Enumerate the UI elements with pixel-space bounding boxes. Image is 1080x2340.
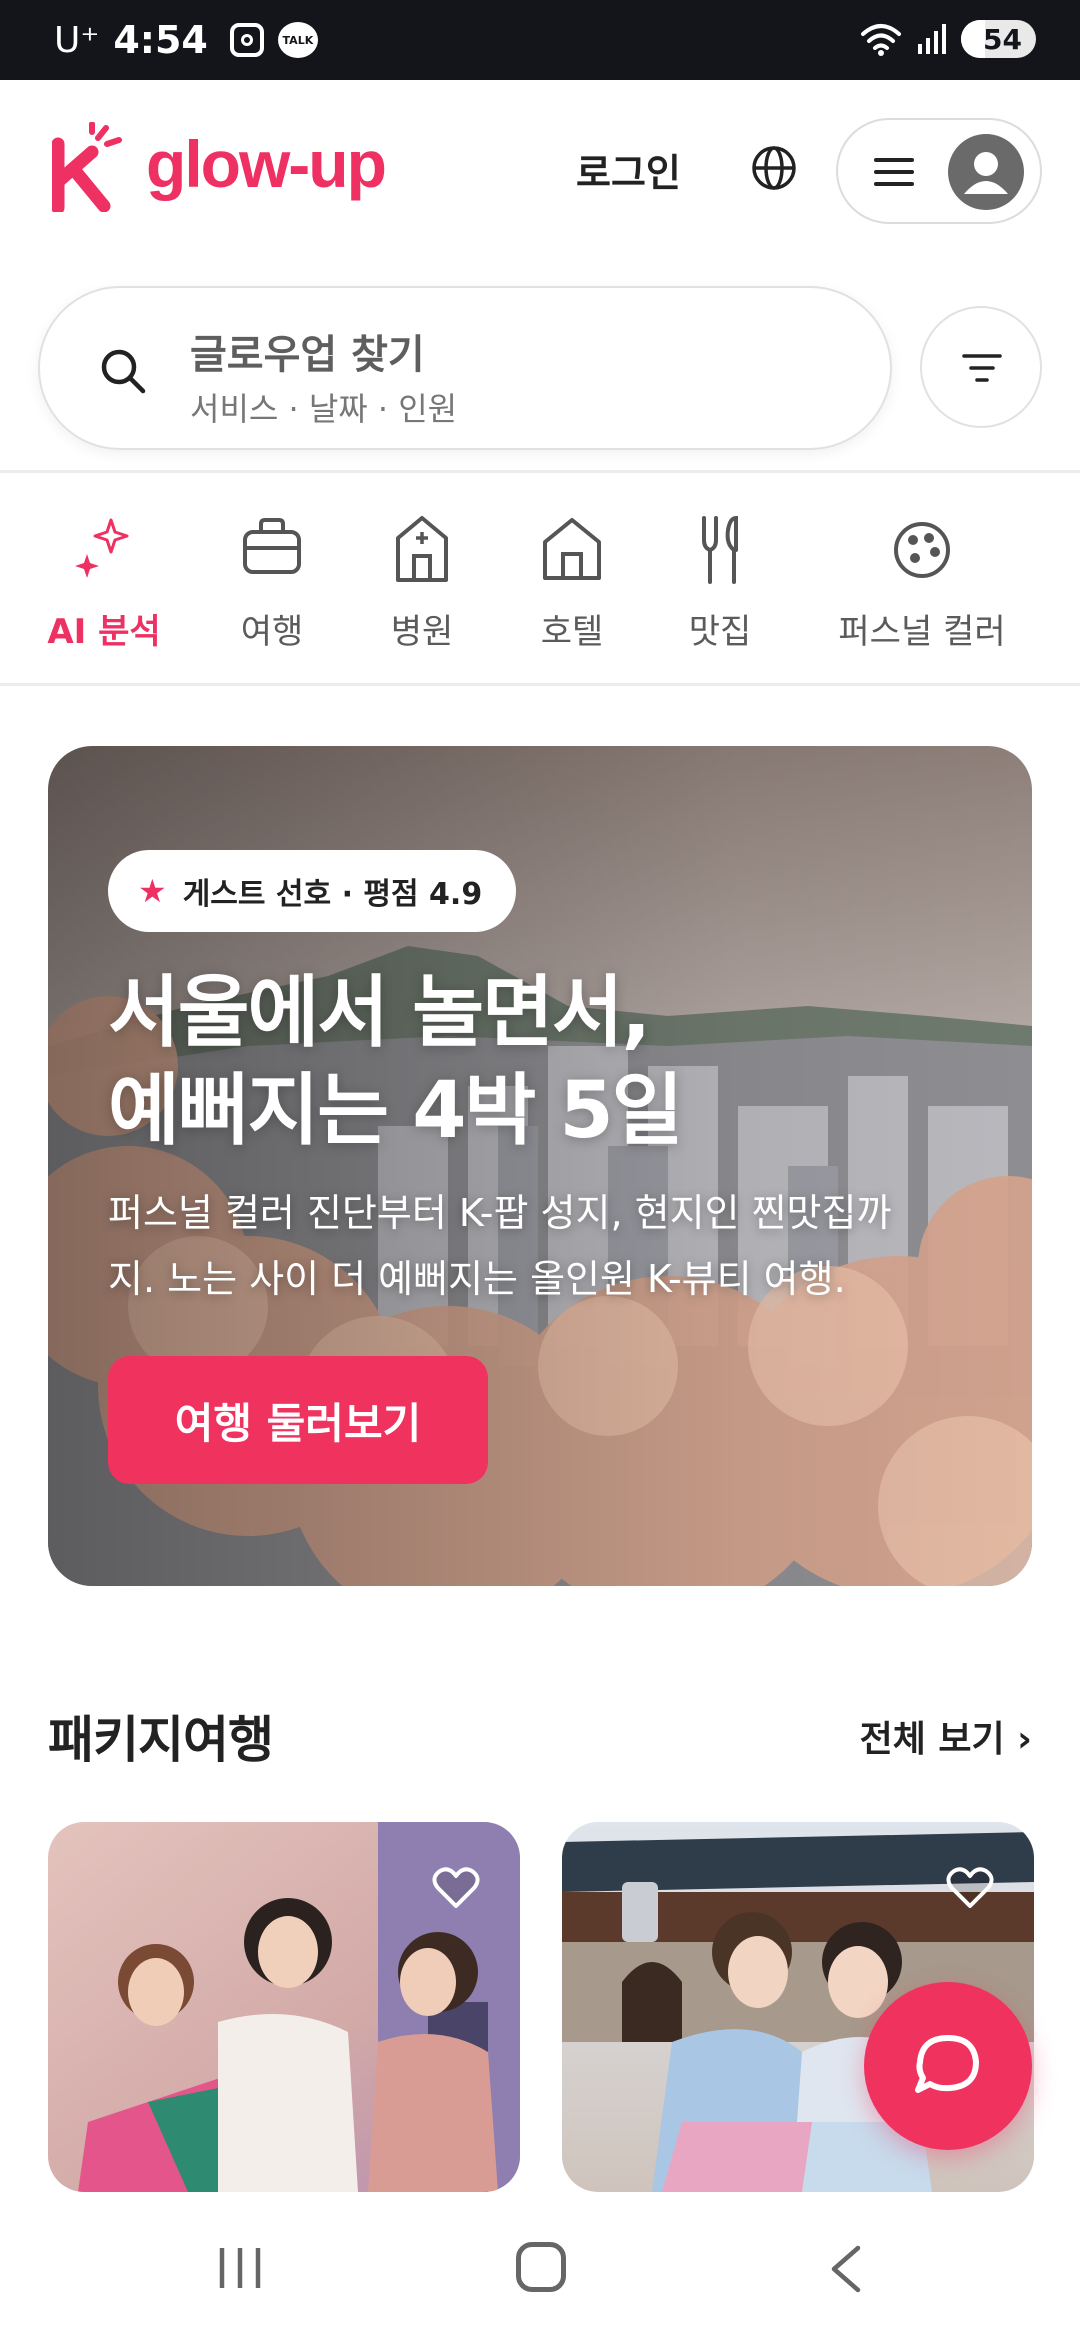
carrier-label: U⁺ [54,19,100,61]
category-label: 맛집 [688,612,752,652]
hero-banner[interactable]: ★ 게스트 선호 · 평점 4.9 서울에서 놀면서, 예뻐지는 4박 5일 퍼… [48,746,1032,1586]
avatar [948,134,1024,210]
star-icon: ★ [138,872,167,910]
status-bar: U⁺ 4:54 TALK 54 [0,0,1080,80]
hero-title-line: 서울에서 놀면서, [108,968,651,1058]
kakaotalk-icon: TALK [277,22,318,58]
rating-badge: ★ 게스트 선호 · 평점 4.9 [108,850,517,932]
divider [0,683,1080,686]
home-icon[interactable] [516,2242,566,2292]
logo[interactable]: glow-up [52,122,387,212]
chat-button[interactable] [864,1982,1032,2150]
hero-desc-line: 퍼스널 컬러 진단부터 K-팝 성지, 현지인 찐맛집까 [108,1191,892,1235]
battery-icon: 54 [961,20,1036,58]
category-label: 호텔 [540,612,604,652]
hero-title: 서울에서 놀면서, 예뻐지는 4박 5일 [108,964,683,1160]
category-ai-analysis[interactable]: AI 분석 [44,510,164,653]
app-header: glow-up 로그인 [0,80,1080,260]
see-all-link[interactable]: 전체 보기 › [860,1710,1032,1762]
heart-icon[interactable] [946,1866,994,1910]
category-label: 병원 [390,612,454,652]
category-label: AI 분석 [47,612,161,652]
category-travel[interactable]: 여행 [222,510,322,653]
package-card[interactable] [48,1822,520,2192]
search-bar[interactable]: 글로우업 찾기 서비스 · 날짜 · 인원 [38,286,892,450]
utensils-icon [702,515,738,584]
search-title: 글로우업 찾기 [190,332,425,378]
hamburger-icon [874,158,914,188]
explore-trip-button[interactable]: 여행 둘러보기 [108,1356,488,1484]
category-restaurant[interactable]: 맛집 [670,510,770,653]
filter-icon [962,354,1002,382]
search-icon [101,349,146,394]
badge-text: 게스트 선호 · 평점 4.9 [182,877,483,912]
palette-icon [894,522,950,578]
login-link[interactable]: 로그인 [576,142,681,197]
category-personal-color[interactable]: 퍼스널 컬러 [832,510,1012,653]
category-hospital[interactable]: 병원 [372,510,472,653]
logo-text: glow-up [146,127,387,201]
recent-apps-icon[interactable] [218,2244,262,2292]
suitcase-icon [243,518,301,574]
status-time: 4:54 [113,18,208,62]
sparkle-icon [75,518,129,578]
hero-desc-line: 지. 노는 사이 더 예뻐지는 올인원 K-뷰티 여행. [108,1257,846,1301]
system-nav-bar [0,2196,1080,2340]
back-icon[interactable] [826,2244,866,2294]
divider [0,470,1080,473]
category-tabs: AI 분석 여행 병원 호텔 맛집 퍼스널 컬러 [0,510,1080,670]
signal-icon [918,24,947,54]
hotel-icon [543,518,601,580]
account-menu-button[interactable] [836,118,1042,224]
category-label: 여행 [240,612,304,652]
wifi-icon [861,24,902,56]
filter-button[interactable] [920,306,1042,428]
section-title: 패키지여행 [48,1711,274,1769]
globe-icon[interactable] [750,144,798,192]
heart-icon[interactable] [432,1866,480,1910]
hero-title-line: 예뻐지는 4박 5일 [108,1066,683,1156]
logo-k-mark [52,122,122,212]
instagram-icon [229,23,264,57]
category-label: 퍼스널 컬러 [838,612,1006,652]
hospital-icon [396,516,448,582]
category-hotel[interactable]: 호텔 [522,510,622,653]
hero-description: 퍼스널 컬러 진단부터 K-팝 성지, 현지인 찐맛집까 지. 노는 사이 더 … [108,1180,988,1312]
chat-bubble-icon [915,2035,979,2093]
search-subtitle: 서비스 · 날짜 · 인원 [190,390,458,428]
